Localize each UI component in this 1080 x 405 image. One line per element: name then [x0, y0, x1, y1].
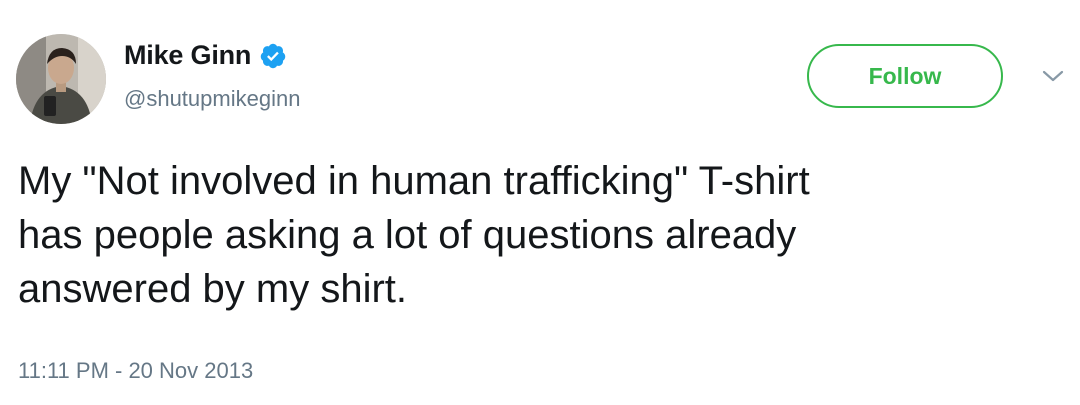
tweet-text: My "Not involved in human trafficking" T…: [18, 154, 1068, 316]
author-name[interactable]: Mike Ginn: [124, 40, 251, 71]
tweet-card: Mike Ginn @shutupmikeginn Follow My "Not…: [0, 0, 1080, 405]
author-handle[interactable]: @shutupmikeginn: [124, 86, 300, 112]
avatar[interactable]: [16, 34, 106, 124]
tweet-text-line: My "Not involved in human trafficking" T…: [18, 159, 810, 203]
verified-badge-icon: [260, 43, 286, 68]
follow-button[interactable]: Follow: [807, 44, 1003, 108]
tweet-text-line: has people asking a lot of questions alr…: [18, 213, 797, 257]
tweet-timestamp[interactable]: 11:11 PM - 20 Nov 2013: [18, 358, 253, 384]
tweet-text-line: answered by my shirt.: [18, 267, 408, 311]
author-row: Mike Ginn: [124, 40, 287, 71]
chevron-down-icon[interactable]: [1041, 68, 1065, 84]
